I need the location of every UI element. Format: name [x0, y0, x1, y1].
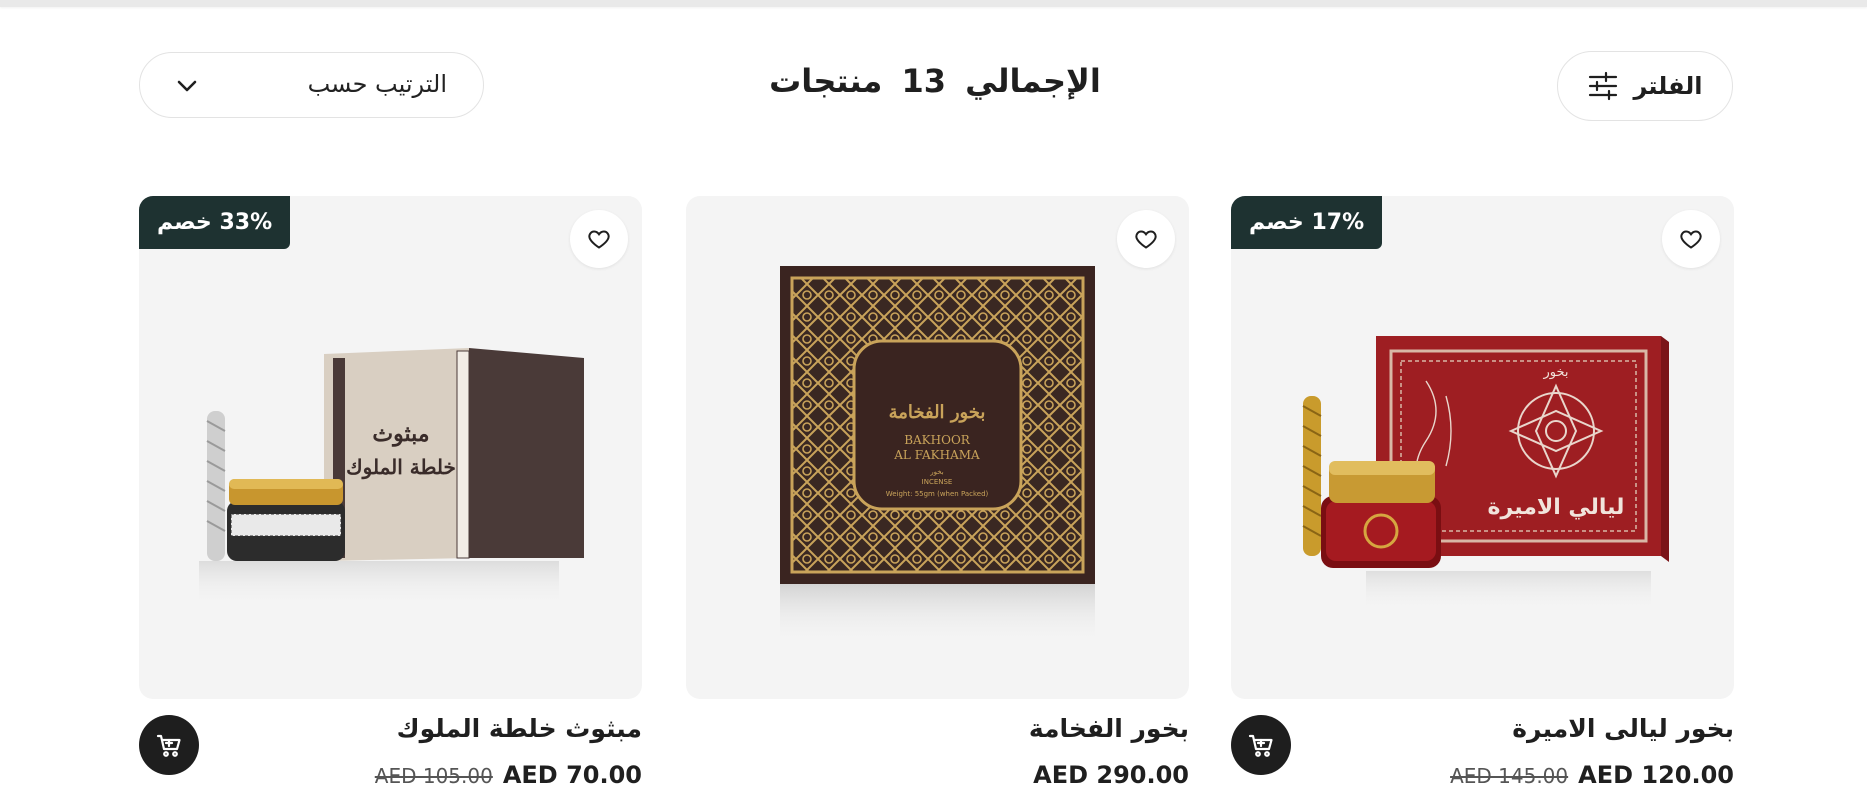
discount-badge: 17% خصم	[1231, 196, 1383, 249]
filter-button[interactable]: الفلتر	[1557, 51, 1733, 121]
favorite-button[interactable]	[570, 210, 628, 268]
product-prices: AED 290.00	[1033, 761, 1189, 789]
box-small-text-2: INCENSE	[922, 478, 953, 486]
box-top-text: بخور	[1542, 365, 1568, 380]
total-prefix: الإجمالي	[965, 62, 1101, 100]
product-image-area[interactable]: مبثوث خلطة الملوك 33% خصم	[139, 196, 642, 699]
heart-icon	[1680, 230, 1702, 249]
product-image: بخور الفخامة BAKHOOR AL FAKHAMA بخور INC…	[780, 266, 1095, 644]
product-title[interactable]: بخور الفخامة	[1029, 714, 1189, 743]
box-latin-text-1: BAKHOOR	[904, 433, 971, 447]
product-image: مبثوث خلطة الملوك	[199, 348, 584, 606]
product-old-price: AED 145.00	[1450, 764, 1569, 788]
cart-icon	[1248, 734, 1273, 757]
product-price: AED 120.00	[1578, 761, 1734, 789]
sort-label: الترتيب حسب	[307, 70, 447, 98]
chevron-down-icon	[174, 73, 200, 99]
box-text-2: خلطة الملوك	[346, 455, 456, 480]
product-old-price: AED 105.00	[374, 764, 493, 788]
discount-badge: 33% خصم	[139, 196, 291, 249]
box-latin-text-2: AL FAKHAMA	[893, 448, 980, 462]
cart-icon	[156, 734, 181, 757]
product-image-area[interactable]: بخور الفخامة BAKHOOR AL FAKHAMA بخور INC…	[686, 196, 1189, 699]
sort-dropdown[interactable]: الترتيب حسب	[139, 52, 484, 118]
box-text-1: مبثوث	[372, 421, 429, 447]
box-small-text-3: Weight: 55gm (when Packed)	[886, 490, 989, 498]
product-image-area[interactable]: بخور ليالي الاميرة 17% خصم	[1231, 196, 1734, 699]
product-card[interactable]: بخور الفخامة BAKHOOR AL FAKHAMA بخور INC…	[686, 196, 1189, 789]
product-title[interactable]: بخور ليالى الاميرة	[1512, 714, 1734, 743]
total-count: 13	[901, 62, 946, 100]
product-image: بخور ليالي الاميرة	[1302, 336, 1669, 611]
add-to-cart-button[interactable]	[1231, 715, 1291, 775]
box-arabic-text: بخور الفخامة	[889, 402, 986, 423]
product-card[interactable]: مبثوث خلطة الملوك 33% خصم مبثوث خلطة الم…	[139, 196, 642, 789]
favorite-button[interactable]	[1117, 210, 1175, 268]
box-small-text-1: بخور	[929, 468, 944, 476]
product-prices: AED 120.00 AED 145.00	[1450, 761, 1734, 789]
heart-icon	[588, 230, 610, 249]
favorite-button[interactable]	[1662, 210, 1720, 268]
product-price: AED 70.00	[502, 761, 642, 789]
total-suffix: منتجات	[769, 62, 883, 100]
product-prices: AED 70.00 AED 105.00	[375, 761, 642, 789]
sliders-icon	[1587, 70, 1619, 102]
filter-label: الفلتر	[1633, 72, 1703, 100]
product-card[interactable]: بخور ليالي الاميرة 17% خصم بخور ليالى ال…	[1231, 196, 1734, 789]
add-to-cart-button[interactable]	[139, 715, 199, 775]
header-divider	[0, 0, 1867, 7]
product-title[interactable]: مبثوث خلطة الملوك	[397, 714, 642, 743]
heart-icon	[1135, 230, 1157, 249]
results-total: الإجمالي 13 منتجات	[700, 62, 1170, 100]
product-price: AED 290.00	[1033, 761, 1189, 789]
box-text: ليالي الاميرة	[1488, 495, 1625, 520]
